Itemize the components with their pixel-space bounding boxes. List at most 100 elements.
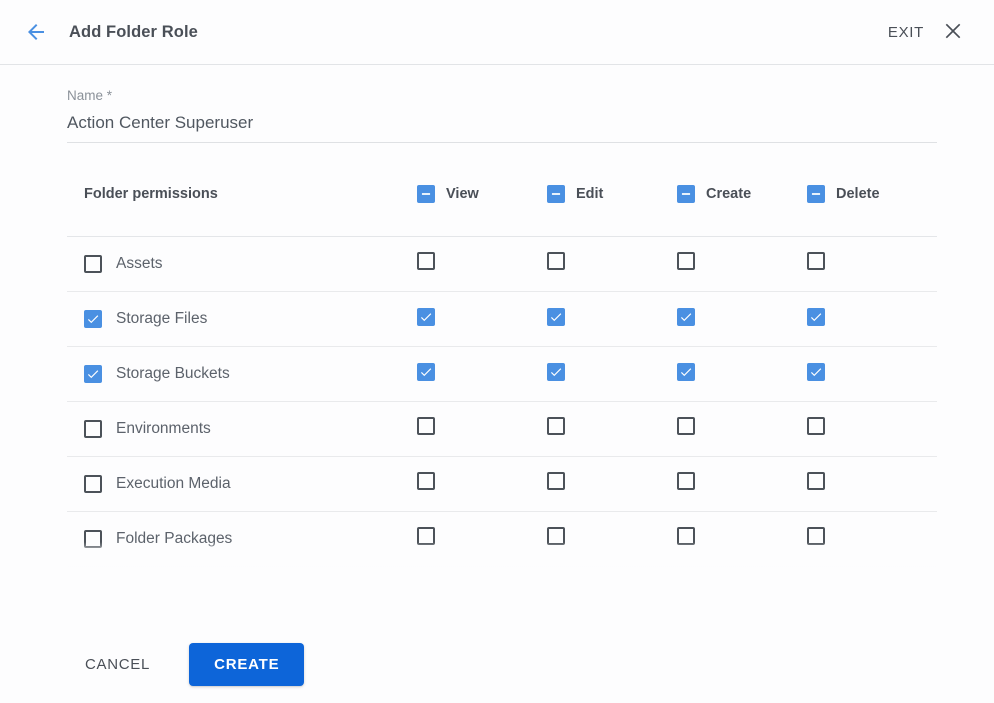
checkbox-storage-buckets-create[interactable] <box>677 363 695 381</box>
row-select-checkbox-folder-packages[interactable] <box>84 530 102 548</box>
row-select-checkbox-execution-media[interactable] <box>84 475 102 493</box>
cell-storage-files-create <box>677 291 807 346</box>
cell-environments-edit <box>547 401 677 456</box>
name-input[interactable] <box>67 112 937 143</box>
cell-execution-media-view <box>417 456 547 511</box>
checkbox-storage-buckets-edit[interactable] <box>547 363 565 381</box>
cell-environments-create <box>677 401 807 456</box>
row-select-checkbox-assets[interactable] <box>84 255 102 273</box>
cell-jobs-edit <box>547 566 677 568</box>
back-button[interactable] <box>19 15 53 49</box>
checkbox-execution-media-create[interactable] <box>677 472 695 490</box>
table-row[interactable]: Storage Buckets <box>67 346 937 401</box>
row-select-checkbox-storage-files[interactable] <box>84 310 102 328</box>
cell-storage-buckets-create <box>677 346 807 401</box>
cell-environments-view <box>417 401 547 456</box>
checkbox-storage-buckets-delete[interactable] <box>807 363 825 381</box>
table-row[interactable]: Environments <box>67 401 937 456</box>
permissions-scroll-area[interactable]: Folder permissions View <box>0 185 994 568</box>
cell-folder-packages-edit <box>547 511 677 566</box>
checkbox-folder-packages-create[interactable] <box>677 527 695 545</box>
cell-assets-create <box>677 236 807 291</box>
table-row[interactable]: Folder Packages <box>67 511 937 566</box>
table-row[interactable]: Storage Files <box>67 291 937 346</box>
folder-permissions-table: Folder permissions View <box>67 185 937 568</box>
row-label: Storage Files <box>116 310 207 328</box>
select-all-delete-checkbox[interactable] <box>807 185 825 203</box>
dialog-footer: CANCEL CREATE <box>0 625 994 703</box>
cell-environments-delete <box>807 401 937 456</box>
cell-execution-media-create <box>677 456 807 511</box>
row-label: Environments <box>116 420 211 438</box>
permissions-title: Folder permissions <box>84 186 218 202</box>
cell-jobs-create <box>677 566 807 568</box>
table-row[interactable]: Jobs <box>67 566 937 568</box>
create-button[interactable]: CREATE <box>189 643 304 686</box>
dialog-body: Name * Folder permissions <box>0 65 994 625</box>
cell-folder-packages-view <box>417 511 547 566</box>
close-icon <box>941 19 965 46</box>
select-all-create-checkbox[interactable] <box>677 185 695 203</box>
row-name-cell-folder-packages: Folder Packages <box>67 511 417 566</box>
column-header-edit: Edit <box>547 185 677 237</box>
dialog-header: Add Folder Role EXIT <box>0 0 994 65</box>
checkbox-folder-packages-edit[interactable] <box>547 527 565 545</box>
table-body: Assets Storage Files Storage Buckets Enviro… <box>67 236 937 568</box>
column-header-view: View <box>417 185 547 237</box>
close-button[interactable] <box>940 19 966 45</box>
page-title: Add Folder Role <box>69 23 198 42</box>
table-row[interactable]: Assets <box>67 236 937 291</box>
checkbox-execution-media-edit[interactable] <box>547 472 565 490</box>
checkbox-storage-files-create[interactable] <box>677 308 695 326</box>
checkbox-storage-files-delete[interactable] <box>807 308 825 326</box>
checkbox-folder-packages-view[interactable] <box>417 527 435 545</box>
cell-execution-media-edit <box>547 456 677 511</box>
checkbox-assets-view[interactable] <box>417 252 435 270</box>
add-folder-role-dialog: Add Folder Role EXIT Name * <box>0 0 994 703</box>
checkbox-assets-edit[interactable] <box>547 252 565 270</box>
column-header-delete-label: Delete <box>836 186 880 202</box>
row-label: Assets <box>116 255 163 273</box>
cell-storage-buckets-delete <box>807 346 937 401</box>
cell-assets-delete <box>807 236 937 291</box>
checkbox-environments-create[interactable] <box>677 417 695 435</box>
cell-storage-files-delete <box>807 291 937 346</box>
cell-storage-files-view <box>417 291 547 346</box>
checkbox-execution-media-delete[interactable] <box>807 472 825 490</box>
row-name-cell-assets: Assets <box>67 236 417 291</box>
cell-execution-media-delete <box>807 456 937 511</box>
table-header: Folder permissions View <box>67 185 937 237</box>
table-header-row: Folder permissions View <box>67 185 937 237</box>
row-name-cell-jobs: Jobs <box>67 566 417 568</box>
select-all-view-checkbox[interactable] <box>417 185 435 203</box>
row-name-cell-environments: Environments <box>67 401 417 456</box>
checkbox-storage-buckets-view[interactable] <box>417 363 435 381</box>
exit-group: EXIT <box>888 19 978 45</box>
checkbox-storage-files-view[interactable] <box>417 308 435 326</box>
checkbox-assets-delete[interactable] <box>807 252 825 270</box>
table-row[interactable]: Execution Media <box>67 456 937 511</box>
checkbox-storage-files-edit[interactable] <box>547 308 565 326</box>
cell-storage-buckets-edit <box>547 346 677 401</box>
checkbox-assets-create[interactable] <box>677 252 695 270</box>
row-name-cell-execution-media: Execution Media <box>67 456 417 511</box>
checkbox-environments-edit[interactable] <box>547 417 565 435</box>
row-name-cell-storage-files: Storage Files <box>67 291 417 346</box>
cell-jobs-view <box>417 566 547 568</box>
exit-button[interactable]: EXIT <box>888 24 924 41</box>
cell-assets-edit <box>547 236 677 291</box>
cell-jobs-delete <box>807 566 937 568</box>
row-label: Storage Buckets <box>116 365 230 383</box>
checkbox-environments-view[interactable] <box>417 417 435 435</box>
select-all-edit-checkbox[interactable] <box>547 185 565 203</box>
checkbox-execution-media-view[interactable] <box>417 472 435 490</box>
column-header-edit-label: Edit <box>576 186 603 202</box>
row-select-checkbox-environments[interactable] <box>84 420 102 438</box>
checkbox-folder-packages-delete[interactable] <box>807 527 825 545</box>
row-select-checkbox-storage-buckets[interactable] <box>84 365 102 383</box>
row-name-cell-storage-buckets: Storage Buckets <box>67 346 417 401</box>
row-label: Folder Packages <box>116 530 232 548</box>
cell-assets-view <box>417 236 547 291</box>
checkbox-environments-delete[interactable] <box>807 417 825 435</box>
cancel-button[interactable]: CANCEL <box>67 645 168 684</box>
